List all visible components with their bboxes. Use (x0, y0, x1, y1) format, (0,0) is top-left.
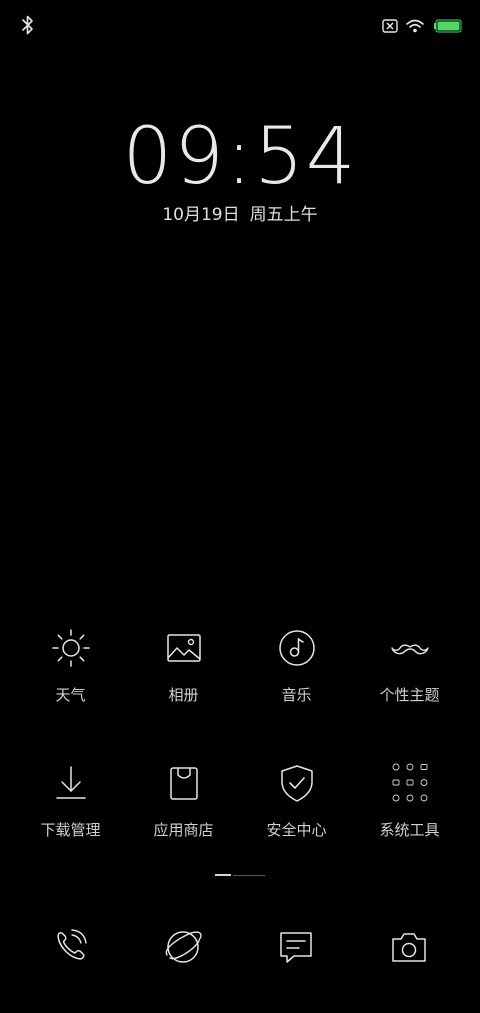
app-row: 天气 相册 音乐 个性主题 (0, 620, 480, 755)
page-indicator (215, 874, 265, 877)
download-icon (55, 766, 86, 799)
status-bar (0, 0, 480, 50)
mustache-icon (390, 644, 429, 655)
app-label: 安全中心 (266, 821, 327, 839)
browser-planet-icon[interactable] (161, 925, 205, 969)
app-label: 天气 (55, 686, 86, 704)
shield-check-icon (280, 765, 313, 802)
wifi-icon (406, 19, 424, 33)
gallery-icon (166, 634, 201, 662)
app-downloads[interactable]: 下载管理 (14, 755, 127, 890)
page-indicator-inactive (233, 875, 265, 876)
app-security[interactable]: 安全中心 (240, 755, 353, 890)
message-icon[interactable] (274, 925, 318, 969)
app-store[interactable]: 应用商店 (127, 755, 240, 890)
tools-folder-icon (392, 763, 427, 802)
lockscreen-date: 10月19日 周五上午 (0, 203, 480, 227)
app-label: 相册 (168, 686, 199, 704)
app-label: 个性主题 (379, 686, 440, 704)
status-icons (382, 16, 462, 36)
camera-icon[interactable] (387, 925, 431, 969)
weekday-label: 周五上午 (249, 205, 318, 225)
store-bag-icon (169, 767, 198, 800)
dock (0, 925, 480, 975)
phone-icon[interactable] (48, 925, 92, 969)
app-grid: 天气 相册 音乐 个性主题 下载管理 应用商店 安全中心 系统工具 (0, 620, 480, 890)
app-label: 应用商店 (153, 821, 214, 839)
app-label: 系统工具 (379, 821, 440, 839)
page-indicator-active (215, 874, 231, 876)
app-weather[interactable]: 天气 (14, 620, 127, 755)
battery-icon (434, 19, 462, 33)
no-sim-icon (382, 19, 398, 33)
app-tools-folder[interactable]: 系统工具 (353, 755, 466, 890)
app-music[interactable]: 音乐 (240, 620, 353, 755)
app-themes[interactable]: 个性主题 (353, 620, 466, 755)
lockscreen-clock: 09:54 (122, 112, 358, 202)
app-gallery[interactable]: 相册 (127, 620, 240, 755)
app-label: 音乐 (281, 686, 312, 704)
app-label: 下载管理 (40, 821, 101, 839)
sun-icon (51, 629, 90, 667)
music-icon (278, 630, 315, 666)
app-row: 下载管理 应用商店 安全中心 系统工具 (0, 755, 480, 890)
date-label: 10月19日 (162, 205, 240, 225)
bluetooth-icon (22, 15, 33, 35)
